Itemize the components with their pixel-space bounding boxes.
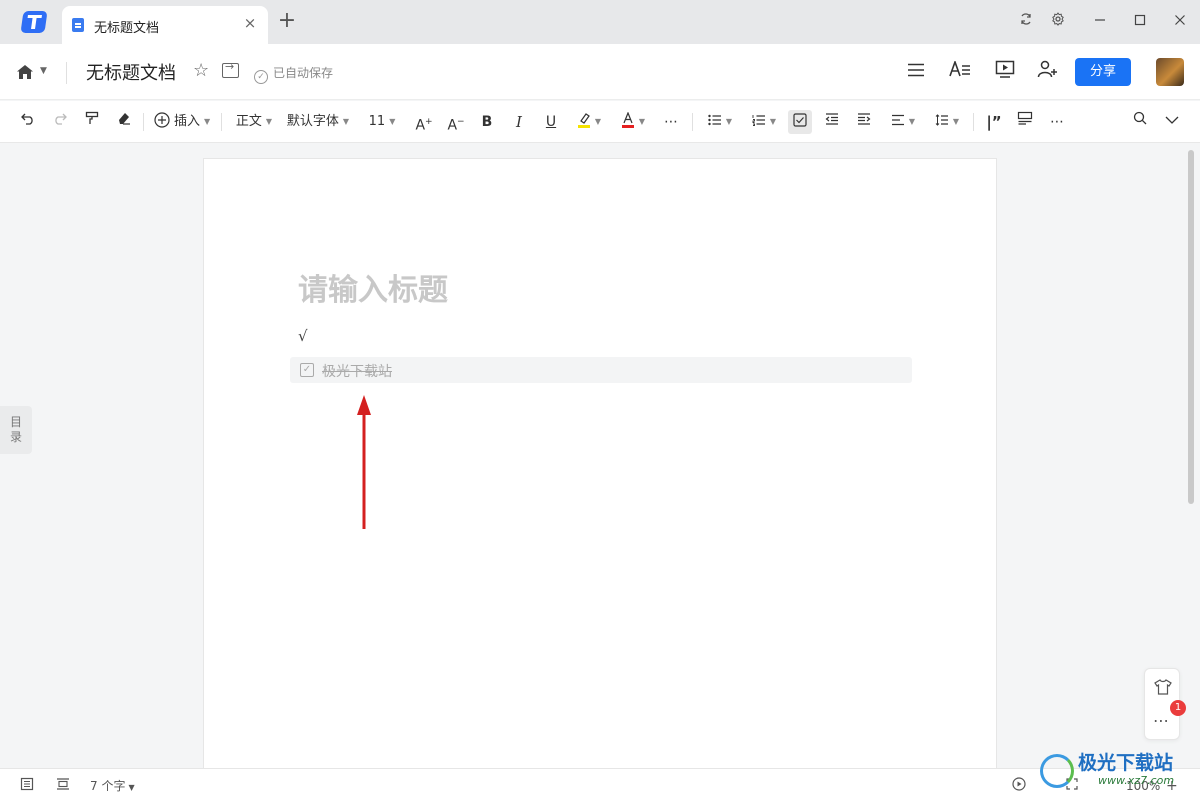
- table-of-contents-tab[interactable]: 目 录: [0, 406, 32, 454]
- more-insert-icon[interactable]: ⋯: [1046, 110, 1068, 134]
- undo-icon[interactable]: [18, 110, 38, 134]
- increase-indent-icon[interactable]: [854, 110, 874, 134]
- redo-icon[interactable]: [50, 110, 70, 134]
- font-size-value: 11: [368, 114, 386, 129]
- theme-shirt-icon[interactable]: [1154, 679, 1172, 695]
- user-avatar[interactable]: [1156, 58, 1184, 86]
- document-header: ▼ 无标题文档 ☆ ✓ 已自动保存 分享: [0, 44, 1200, 100]
- document-title[interactable]: 无标题文档: [86, 59, 176, 85]
- highlighter-icon: [577, 113, 590, 128]
- divider: [973, 113, 974, 131]
- status-bar: 7 个字 ▼ 100% +: [0, 768, 1200, 800]
- minimize-icon[interactable]: [1090, 12, 1110, 32]
- outline-view-icon[interactable]: [20, 777, 38, 795]
- bulleted-list-button[interactable]: ▼: [703, 110, 737, 134]
- block-layout-icon[interactable]: [1014, 110, 1036, 134]
- toc-label: 录: [9, 430, 22, 444]
- sync-icon[interactable]: [1016, 12, 1036, 32]
- more-tools-icon[interactable]: ⋯: [1153, 711, 1170, 730]
- underline-icon[interactable]: U: [541, 110, 561, 134]
- page-view-icon[interactable]: [56, 777, 74, 795]
- paragraph-style-value: 正文: [235, 114, 262, 129]
- watermark-text: 极光下载站: [1078, 752, 1174, 774]
- settings-gear-icon[interactable]: [1048, 12, 1068, 32]
- document-icon: [72, 18, 84, 32]
- home-icon: [17, 65, 33, 79]
- vertical-scrollbar[interactable]: [1188, 150, 1194, 504]
- chevron-down-icon: ▼: [40, 66, 47, 76]
- watermark-url: www.xz7.com: [1098, 774, 1175, 787]
- align-button[interactable]: ▼: [886, 110, 920, 134]
- line-spacing-icon: [935, 114, 948, 126]
- search-icon[interactable]: [1130, 110, 1150, 134]
- tab-title: 无标题文档: [94, 21, 160, 36]
- home-button[interactable]: ▼: [16, 62, 52, 84]
- close-window-icon[interactable]: [1170, 12, 1190, 32]
- task-text[interactable]: 极光下载站: [322, 361, 392, 381]
- tab-bar: 无标题文档 × +: [0, 0, 1200, 44]
- divider: [692, 113, 693, 131]
- text-format-icon[interactable]: [948, 59, 972, 84]
- title-placeholder[interactable]: 请输入标题: [298, 265, 448, 309]
- numbered-list-button[interactable]: ▼: [747, 110, 781, 134]
- clear-format-eraser-icon[interactable]: [114, 110, 134, 134]
- format-painter-icon[interactable]: [82, 110, 102, 134]
- insert-label: 插入: [173, 114, 200, 129]
- line-spacing-button[interactable]: ▼: [930, 110, 964, 134]
- task-list-item[interactable]: ✓ 极光下载站: [290, 357, 912, 383]
- decrease-indent-icon[interactable]: [822, 110, 842, 134]
- task-checkbox[interactable]: ✓: [300, 363, 314, 377]
- more-format-icon[interactable]: ⋯: [660, 110, 682, 134]
- font-size-select[interactable]: 11 ▼: [362, 110, 402, 134]
- tab-close-icon[interactable]: ×: [242, 15, 258, 31]
- increase-font-size-icon[interactable]: A+: [414, 110, 434, 134]
- document-page[interactable]: 请输入标题 √ ✓ 极光下载站: [203, 158, 997, 778]
- new-tab-button[interactable]: +: [277, 10, 297, 33]
- quote-icon[interactable]: |”: [983, 110, 1005, 134]
- star-icon[interactable]: ☆: [193, 60, 209, 81]
- insert-menu[interactable]: 插入 ▼: [153, 110, 211, 134]
- watermark-logo: [1040, 754, 1074, 788]
- word-count[interactable]: 7 个字 ▼: [90, 777, 135, 795]
- plus-circle-icon: [154, 112, 170, 128]
- maximize-icon[interactable]: [1130, 12, 1150, 32]
- site-watermark: 极光下载站 www.xz7.com: [1040, 748, 1196, 796]
- play-circle-icon[interactable]: [1012, 777, 1030, 795]
- font-family-value: 默认字体: [286, 114, 339, 129]
- red-arrow-annotation: [357, 395, 371, 529]
- check-circle-icon: ✓: [254, 70, 268, 84]
- numbered-list-icon: [752, 115, 765, 126]
- divider: [66, 62, 67, 84]
- task-list-checkbox-icon[interactable]: [788, 110, 812, 134]
- font-color-icon: [621, 111, 634, 128]
- bulleted-list-icon: [708, 114, 721, 126]
- save-status-label: 已自动保存: [273, 66, 334, 80]
- app-logo[interactable]: [20, 11, 48, 33]
- toc-label: 目: [9, 415, 22, 429]
- tab-document[interactable]: 无标题文档 ×: [62, 6, 268, 44]
- collapse-toolbar-chevron-icon[interactable]: [1162, 110, 1182, 134]
- divider: [143, 113, 144, 131]
- notification-badge: 1: [1170, 700, 1186, 716]
- italic-icon[interactable]: I: [509, 110, 529, 134]
- divider: [221, 113, 222, 131]
- presentation-icon[interactable]: [993, 60, 1017, 84]
- chevron-down-icon: ▼: [128, 783, 135, 792]
- paragraph-line[interactable]: √: [298, 327, 308, 345]
- font-color-button[interactable]: ▼: [616, 110, 650, 134]
- font-family-select[interactable]: 默认字体 ▼: [285, 110, 351, 134]
- word-count-label: 7 个字: [90, 779, 126, 793]
- highlight-color-button[interactable]: ▼: [572, 110, 606, 134]
- move-to-folder-icon[interactable]: [222, 60, 239, 78]
- share-button[interactable]: 分享: [1075, 58, 1131, 86]
- save-status: ✓ 已自动保存: [254, 64, 333, 84]
- add-collaborator-icon[interactable]: [1036, 60, 1060, 84]
- format-toolbar: 插入 ▼ 正文 ▼ 默认字体 ▼ 11 ▼ A+ A− B I U ▼ ▼ ⋯ ▼ ▼ …: [0, 101, 1200, 143]
- editor-canvas: 请输入标题 √ ✓ 极光下载站: [0, 144, 1200, 778]
- menu-icon[interactable]: [904, 60, 928, 84]
- bold-icon[interactable]: B: [477, 110, 497, 134]
- align-left-icon: [891, 114, 904, 126]
- paragraph-style-select[interactable]: 正文 ▼: [231, 110, 277, 134]
- decrease-font-size-icon[interactable]: A−: [446, 110, 466, 134]
